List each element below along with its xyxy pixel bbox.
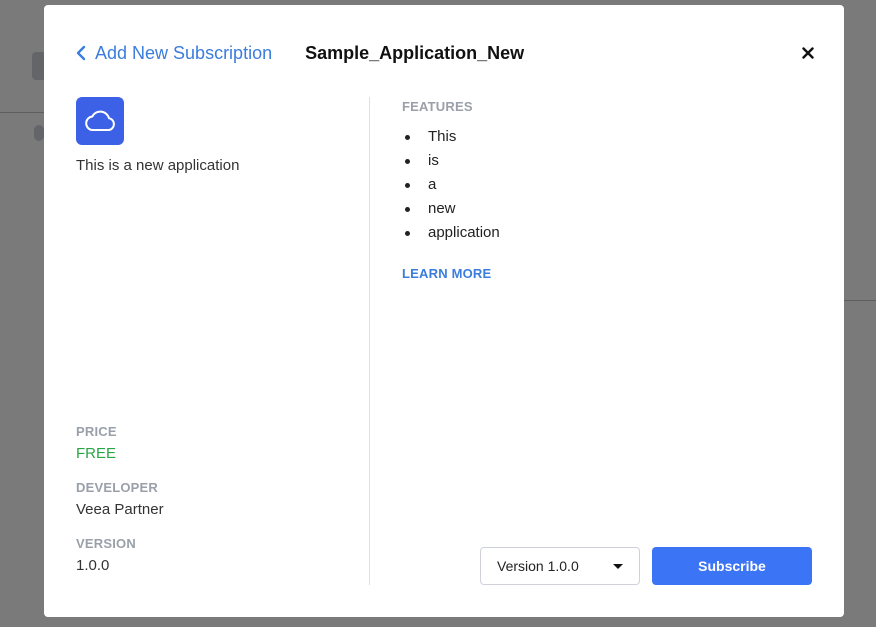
- subscribe-button[interactable]: Subscribe: [652, 547, 812, 585]
- close-button[interactable]: [800, 45, 816, 61]
- developer-label: DEVELOPER: [76, 480, 158, 495]
- version-select-value: Version 1.0.0: [497, 558, 579, 574]
- back-button[interactable]: Add New Subscription: [76, 43, 272, 64]
- chevron-left-icon: [76, 45, 86, 61]
- app-description: This is a new application: [76, 157, 240, 174]
- feature-item: This: [402, 125, 500, 149]
- price-label: PRICE: [76, 424, 117, 439]
- back-button-label: Add New Subscription: [95, 42, 273, 63]
- developer-value: Veea Partner: [76, 501, 164, 518]
- version-select[interactable]: Version 1.0.0: [480, 547, 640, 585]
- modal-header: Add New Subscription Sample_Application_…: [76, 41, 816, 65]
- features-panel: FEATURES This is a new application LEARN…: [402, 97, 812, 587]
- subscription-modal: Add New Subscription Sample_Application_…: [44, 5, 844, 617]
- learn-more-link[interactable]: LEARN MORE: [402, 266, 491, 281]
- features-list: This is a new application: [402, 125, 500, 245]
- app-info-panel: This is a new application PRICE FREE DEV…: [76, 97, 346, 587]
- feature-item: new: [402, 197, 500, 221]
- features-heading: FEATURES: [402, 99, 473, 114]
- app-icon: [76, 97, 124, 145]
- cloud-icon: [85, 110, 115, 131]
- column-divider: [369, 97, 370, 585]
- modal-title: Sample_Application_New: [305, 42, 525, 63]
- feature-item: a: [402, 173, 500, 197]
- price-value: FREE: [76, 445, 117, 462]
- feature-item: is: [402, 149, 500, 173]
- version-value: 1.0.0: [76, 557, 110, 574]
- caret-down-icon: [613, 564, 623, 569]
- close-icon: [802, 47, 814, 59]
- feature-item: application: [402, 221, 500, 245]
- version-label: VERSION: [76, 536, 136, 551]
